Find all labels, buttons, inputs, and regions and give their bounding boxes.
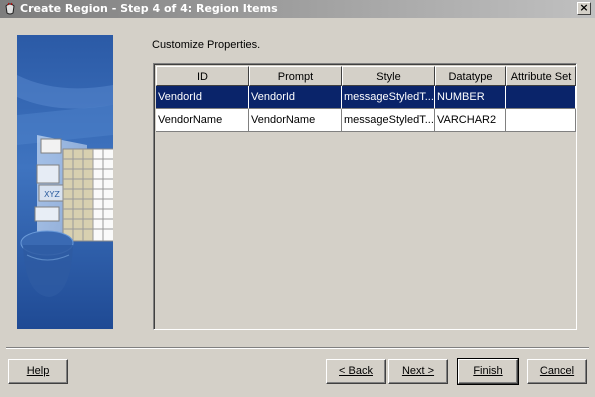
cell-attribute-set[interactable]: [506, 109, 576, 132]
column-header-style[interactable]: Style: [342, 66, 435, 86]
column-header-prompt[interactable]: Prompt: [249, 66, 342, 86]
cell-style[interactable]: messageStyledT...: [342, 86, 435, 109]
footer-separator: [6, 347, 589, 349]
create-region-dialog: Create Region - Step 4 of 4: Region Item…: [0, 0, 595, 397]
column-header-datatype[interactable]: Datatype: [435, 66, 506, 86]
cell-datatype[interactable]: NUMBER: [435, 86, 506, 109]
region-items-table[interactable]: ID Prompt Style Datatype Attribute Set V…: [153, 63, 577, 330]
finish-button[interactable]: Finish: [457, 358, 519, 385]
svg-text:XYZ: XYZ: [44, 190, 60, 199]
close-icon: ×: [579, 1, 589, 14]
cell-prompt[interactable]: VendorId: [249, 86, 342, 109]
wizard-graphic: XYZ: [17, 35, 113, 329]
table-row[interactable]: VendorName VendorName messageStyledT... …: [156, 109, 576, 132]
title-bar[interactable]: Create Region - Step 4 of 4: Region Item…: [0, 0, 595, 18]
cancel-button[interactable]: Cancel: [527, 359, 587, 384]
window-title: Create Region - Step 4 of 4: Region Item…: [20, 2, 278, 15]
table-row[interactable]: VendorId VendorId messageStyledT... NUMB…: [156, 86, 576, 109]
table-header: ID Prompt Style Datatype Attribute Set: [156, 66, 576, 86]
table-border: ID Prompt Style Datatype Attribute Set V…: [154, 64, 576, 329]
table-grid: ID Prompt Style Datatype Attribute Set V…: [156, 66, 576, 132]
cell-id[interactable]: VendorName: [156, 109, 249, 132]
cell-id[interactable]: VendorId: [156, 86, 249, 109]
cell-style[interactable]: messageStyledT...: [342, 109, 435, 132]
column-header-attribute-set[interactable]: Attribute Set: [506, 66, 576, 86]
cell-prompt[interactable]: VendorName: [249, 109, 342, 132]
cell-datatype[interactable]: VARCHAR2: [435, 109, 506, 132]
back-button[interactable]: < Back: [326, 359, 386, 384]
instruction-text: Customize Properties.: [152, 39, 261, 51]
app-cup-icon: [5, 2, 15, 15]
close-button[interactable]: ×: [577, 2, 591, 15]
help-button[interactable]: Help: [8, 359, 68, 384]
column-header-id[interactable]: ID: [156, 66, 249, 86]
next-button[interactable]: Next >: [388, 359, 448, 384]
wizard-illustration: XYZ: [17, 35, 113, 329]
cell-attribute-set[interactable]: [506, 86, 576, 109]
